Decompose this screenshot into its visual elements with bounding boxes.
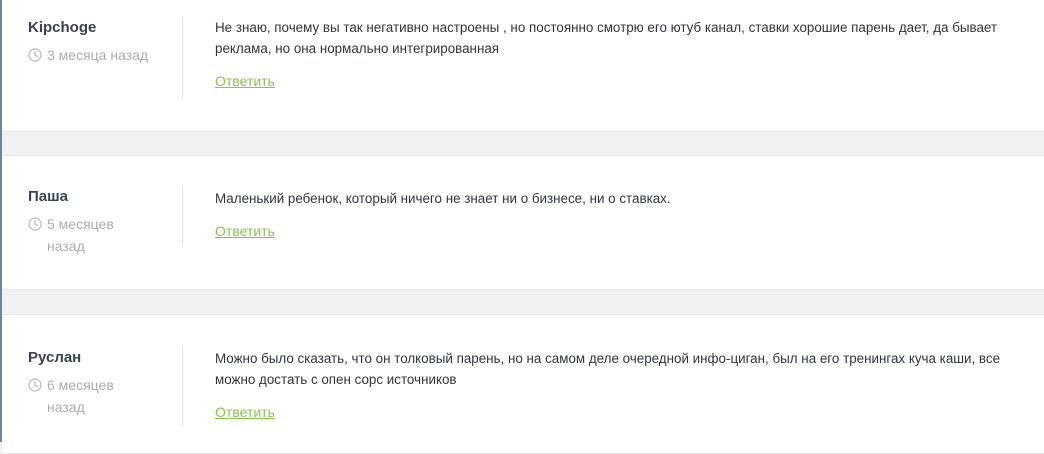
comment-divider [182,346,183,426]
reply-link[interactable]: Ответить [215,223,275,239]
comment-text: Маленький ребенок, который ничего не зна… [215,191,671,206]
comment-author-block: Руслан 6 месяцев назад [28,315,178,418]
comment-card: Паша 5 месяцев назад Маленький ребенок, … [2,155,1044,290]
comment-author-name: Kipchoge [28,19,97,36]
comment-time-text: 3 месяца назад [47,47,149,63]
clock-icon [28,48,42,62]
comment-divider [182,186,183,244]
comment-timestamp: 3 месяца назад [28,44,178,66]
comment-divider [182,17,183,99]
comment-author-name: Руслан [28,349,82,366]
comment-card: Kipchoge 3 месяца назад Не знаю, почему … [2,0,1044,132]
comment-timestamp: 6 месяцев назад [28,374,178,418]
comment-timestamp: 5 месяцев назад [28,213,178,257]
reply-link[interactable]: Ответить [215,404,275,420]
comment-body: Не знаю, почему вы так негативно настрое… [215,0,1026,91]
comment-body: Маленький ребенок, который ничего не зна… [215,156,1026,241]
reply-link[interactable]: Ответить [215,73,275,89]
comment-time-text: 5 месяцев назад [47,216,114,254]
comment-card: Руслан 6 месяцев назад Можно было сказат… [2,314,1044,454]
clock-icon [28,217,42,231]
clock-icon [28,378,42,392]
comment-text: Можно было сказать, что он толковый паре… [215,351,1001,387]
comment-author-block: Kipchoge 3 месяца назад [28,0,178,66]
comment-time-text: 6 месяцев назад [47,377,114,415]
comment-author-block: Паша 5 месяцев назад [28,156,178,257]
comment-author-name: Паша [28,188,68,205]
comment-text: Не знаю, почему вы так негативно настрое… [215,20,998,56]
comment-body: Можно было сказать, что он толковый паре… [215,315,1026,422]
